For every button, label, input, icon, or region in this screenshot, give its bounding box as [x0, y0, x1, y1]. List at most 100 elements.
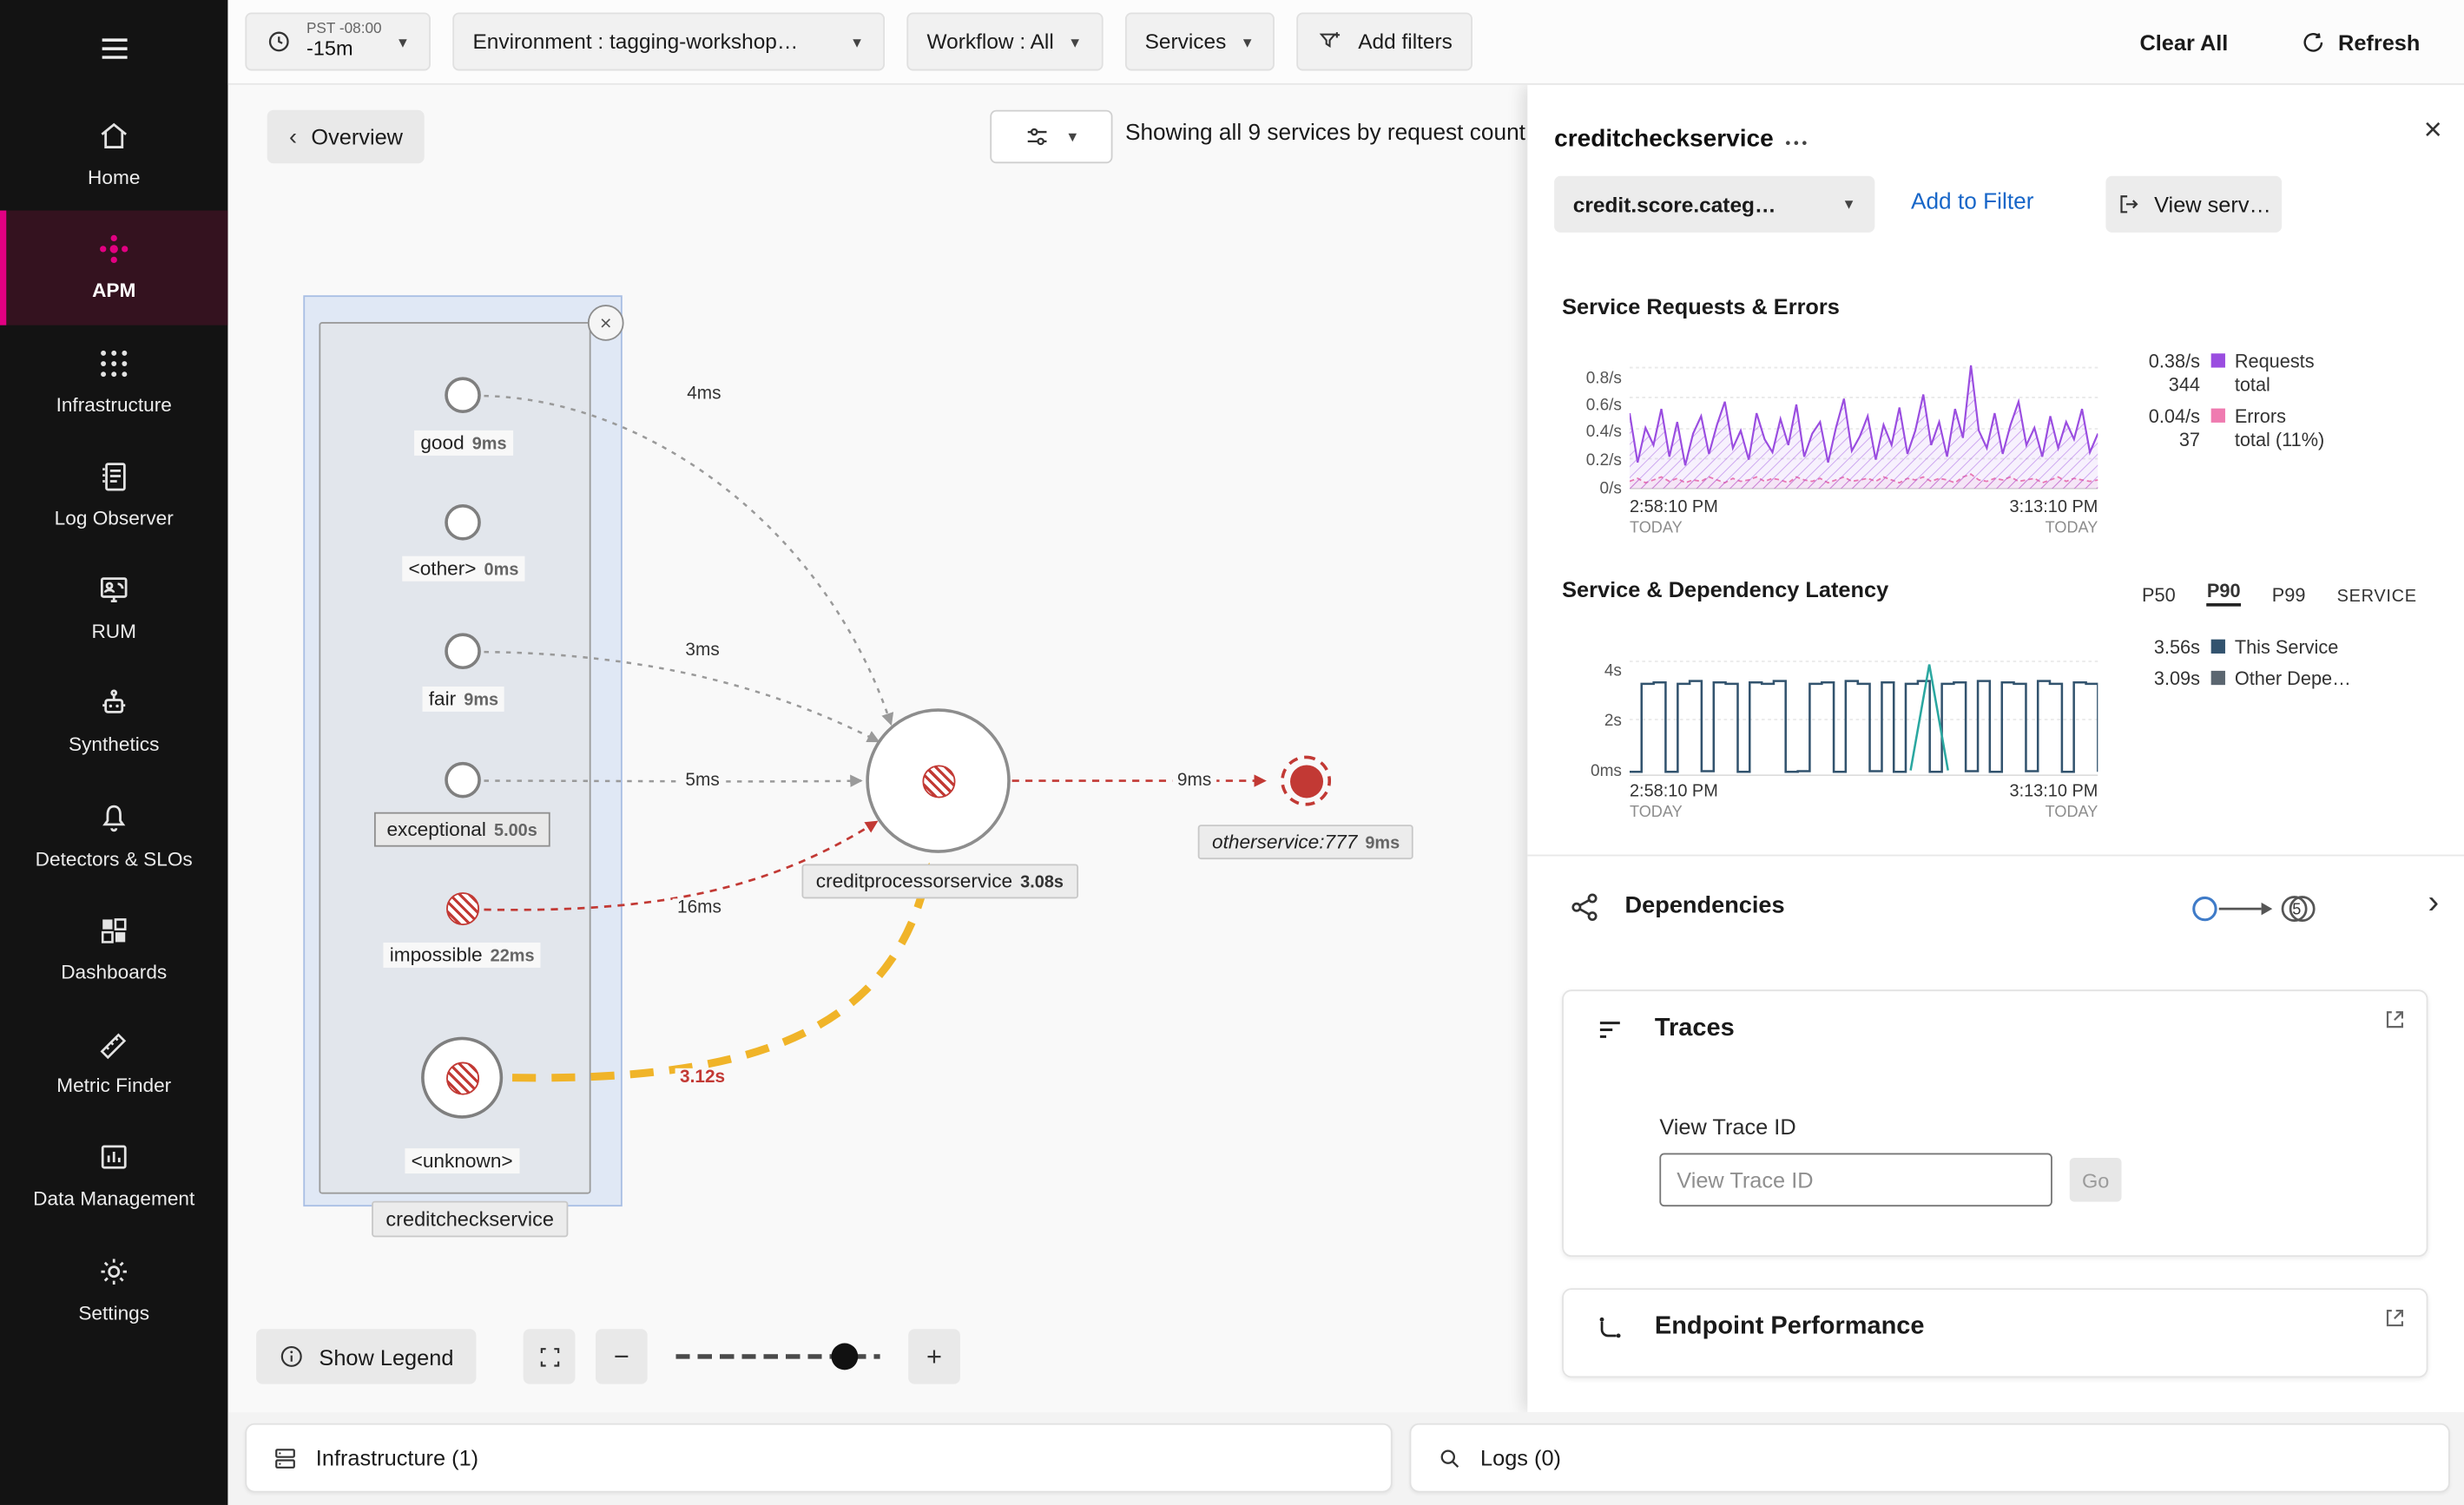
- service-node-creditprocessorservice[interactable]: [866, 708, 1011, 853]
- sidebar-nav: Home APM Infrastructure Log Observer RUM…: [0, 97, 227, 1345]
- sidebar-item-label: Data Management: [33, 1186, 194, 1212]
- legend-row: 37total (11%): [2128, 427, 2454, 450]
- sidebar-item-detectors-slos[interactable]: Detectors & SLOs: [0, 779, 227, 892]
- dependencies-expand-chevron[interactable]: ›: [2428, 884, 2439, 922]
- sidebar-item-label: Log Observer: [55, 505, 174, 530]
- show-legend-label: Show Legend: [319, 1344, 453, 1369]
- legend-row: 3.09sOther Depe…: [2128, 666, 2454, 689]
- chevron-left-icon: ‹: [289, 123, 297, 150]
- logs-drawer-button[interactable]: Logs (0): [1410, 1423, 2450, 1493]
- chevron-down-icon: ▼: [396, 34, 410, 49]
- latency-chart[interactable]: [1630, 650, 2098, 776]
- add-to-filter-link[interactable]: Add to Filter: [1911, 190, 2033, 215]
- zoom-out-button[interactable]: −: [596, 1329, 648, 1383]
- infrastructure-drawer-button[interactable]: Infrastructure (1): [245, 1423, 1392, 1493]
- dependency-count: 5: [2292, 900, 2301, 917]
- infrastructure-icon: [272, 1444, 299, 1471]
- y-axis-tick: 0.2/s: [1543, 450, 1622, 470]
- services-dropdown[interactable]: Services ▼: [1124, 12, 1275, 70]
- traces-title: Traces: [1655, 1015, 1735, 1043]
- zoom-slider-knob[interactable]: [831, 1344, 858, 1370]
- node-label-impossible: impossible22ms: [383, 943, 540, 968]
- clear-all-button[interactable]: Clear All: [2139, 29, 2228, 54]
- sidebar-item-dashboards[interactable]: Dashboards: [0, 892, 227, 1006]
- add-filters-button[interactable]: Add filters: [1297, 12, 1473, 70]
- sidebar-item-settings[interactable]: Settings: [0, 1232, 227, 1346]
- menu-toggle-button[interactable]: [0, 0, 227, 97]
- sidebar-item-metric-finder[interactable]: Metric Finder: [0, 1005, 227, 1119]
- top-toolbar: PST -08:00 -15m ▼ Environment : tagging-…: [227, 0, 2464, 85]
- error-hatch-indicator: [922, 765, 955, 798]
- expand-endpoint-button[interactable]: [2382, 1305, 2408, 1338]
- requests-legend: 0.38/sRequests 344total 0.04/sErrors 37t…: [2128, 349, 2454, 451]
- service-node-exceptional[interactable]: [445, 762, 481, 799]
- workflow-filter-dropdown[interactable]: Workflow : All ▼: [906, 12, 1103, 70]
- refresh-button[interactable]: Refresh: [2301, 29, 2421, 54]
- tag-dropdown[interactable]: credit.score.categ… ▼: [1554, 176, 1874, 233]
- node-label-exceptional[interactable]: exceptional5.00s: [374, 812, 550, 847]
- edge-latency-label: 4ms: [682, 384, 726, 404]
- bottom-dock: Infrastructure (1) Logs (0): [227, 1412, 2464, 1505]
- service-node-impossible[interactable]: [446, 892, 479, 925]
- panel-title: creditcheckservice: [1554, 126, 1774, 154]
- clear-all-label: Clear All: [2139, 29, 2228, 54]
- latency-percentile-tabs: P50 P90 P99 SERVICE: [2142, 580, 2417, 607]
- sidebar-item-apm[interactable]: APM: [0, 211, 227, 325]
- section-divider: [1527, 855, 2464, 857]
- home-icon: [96, 118, 132, 154]
- service-node-fair[interactable]: [445, 633, 481, 669]
- sidebar-item-label: Settings: [78, 1300, 149, 1325]
- show-legend-button[interactable]: Show Legend: [256, 1329, 476, 1383]
- time-range-picker[interactable]: PST -08:00 -15m ▼: [245, 12, 430, 70]
- node-label-otherservice: otherservice:7779ms: [1198, 825, 1414, 859]
- sidebar-item-data-management[interactable]: Data Management: [0, 1119, 227, 1232]
- service-node-unknown[interactable]: [421, 1037, 503, 1119]
- trace-id-input[interactable]: [1659, 1153, 2052, 1207]
- zoom-in-button[interactable]: +: [908, 1329, 960, 1383]
- more-menu-button[interactable]: [1782, 128, 1811, 165]
- view-service-button[interactable]: View serv…: [2105, 176, 2282, 233]
- tag-dropdown-label: credit.score.categ…: [1573, 193, 1776, 216]
- sidebar-item-label: Detectors & SLOs: [36, 846, 193, 871]
- close-panel-button[interactable]: ×: [2424, 113, 2442, 149]
- node-label-unknown: <unknown>: [405, 1148, 518, 1173]
- requests-errors-title: Service Requests & Errors: [1562, 293, 1840, 319]
- service-node-other[interactable]: [445, 504, 481, 541]
- x-axis-end: 3:13:10 PM: [1973, 782, 2098, 801]
- overview-back-button[interactable]: ‹ Overview: [267, 110, 425, 164]
- expand-traces-button[interactable]: [2382, 1007, 2408, 1040]
- tab-p50[interactable]: P50: [2142, 584, 2176, 606]
- chevron-down-icon: ▼: [1241, 34, 1255, 49]
- chevron-down-icon: ▼: [1065, 128, 1079, 144]
- tab-p99[interactable]: P99: [2272, 584, 2306, 606]
- fit-to-screen-button[interactable]: [524, 1329, 576, 1383]
- tab-service[interactable]: SERVICE: [2337, 588, 2417, 607]
- collapse-group-button[interactable]: ×: [588, 305, 624, 341]
- sidebar-item-synthetics[interactable]: Synthetics: [0, 665, 227, 779]
- requests-errors-chart[interactable]: [1630, 355, 2098, 490]
- endpoint-performance-card[interactable]: Endpoint Performance: [1562, 1288, 2428, 1377]
- dashboards-icon: [96, 912, 132, 949]
- y-axis-tick: 2s: [1543, 712, 1622, 731]
- environment-filter-dropdown[interactable]: Environment : tagging-workshop… ▼: [452, 12, 885, 70]
- dependencies-mini-diagram: 5: [2188, 888, 2345, 938]
- x-axis-end-sub: TODAY: [1973, 805, 2098, 822]
- sidebar-item-infrastructure[interactable]: Infrastructure: [0, 325, 227, 438]
- dependencies-share-icon: [1568, 891, 1601, 931]
- chevron-down-icon: ▼: [1841, 196, 1855, 212]
- map-display-options-button[interactable]: ▼: [990, 110, 1112, 164]
- sidebar-item-home[interactable]: Home: [0, 97, 227, 211]
- legend-row: 344total: [2128, 372, 2454, 396]
- trace-go-button[interactable]: Go: [2070, 1158, 2122, 1202]
- service-node-good[interactable]: [445, 377, 481, 413]
- search-icon: [1436, 1444, 1463, 1471]
- tab-p90[interactable]: P90: [2207, 580, 2241, 607]
- service-node-otherservice[interactable]: [1281, 756, 1331, 806]
- node-label-creditprocessorservice[interactable]: creditprocessorservice3.08s: [801, 864, 1077, 898]
- zoom-slider[interactable]: [675, 1354, 880, 1358]
- group-label-creditcheckservice[interactable]: creditcheckservice: [372, 1201, 568, 1238]
- filter-plus-icon: [1317, 29, 1344, 56]
- apm-application: Home APM Infrastructure Log Observer RUM…: [0, 0, 2464, 1505]
- sidebar-item-log-observer[interactable]: Log Observer: [0, 438, 227, 552]
- sidebar-item-rum[interactable]: RUM: [0, 551, 227, 665]
